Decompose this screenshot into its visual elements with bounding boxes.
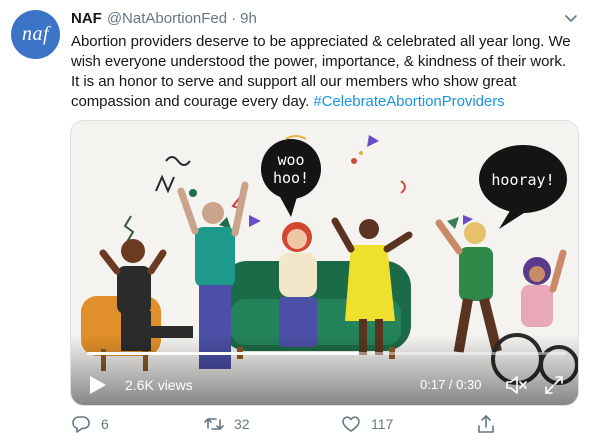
avatar[interactable]: naf: [11, 10, 60, 59]
like-icon: [342, 416, 360, 432]
like-count: 117: [371, 416, 394, 432]
tweet-actions: 6 32 117: [0, 414, 591, 438]
volume-mute-icon[interactable]: [505, 374, 529, 396]
share-button[interactable]: [476, 414, 506, 434]
video-player[interactable]: woo hoo! hooray! 2.6K views 0:17 / 0:30: [70, 120, 579, 406]
controls-overlay: [71, 335, 578, 405]
play-icon[interactable]: [89, 375, 107, 395]
tweet[interactable]: naf NAF @NatAbortionFed · 9h Abortion pr…: [0, 0, 591, 444]
bubble-hoo-text: hoo!: [273, 169, 309, 187]
separator-dot: ·: [231, 10, 237, 27]
bubble-hooray-text: hooray!: [491, 171, 554, 189]
retweet-icon: [204, 418, 224, 430]
tweet-text: Abortion providers deserve to be appreci…: [71, 32, 576, 112]
reply-count: 6: [101, 416, 109, 432]
handle[interactable]: @NatAbortionFed: [107, 10, 227, 27]
progress-fill: [87, 352, 359, 355]
timestamp[interactable]: 9h: [240, 10, 257, 27]
bubble-woo-text: woo: [277, 151, 304, 169]
share-icon: [478, 415, 494, 433]
chevron-down-icon[interactable]: [564, 12, 578, 24]
avatar-logo-text: naf: [21, 23, 50, 45]
retweet-count: 32: [234, 416, 250, 432]
display-name[interactable]: NAF: [71, 10, 102, 27]
reply-icon: [72, 416, 90, 433]
like-button[interactable]: 117: [341, 414, 393, 434]
fullscreen-icon[interactable]: [544, 375, 564, 395]
retweet-button[interactable]: 32: [204, 414, 250, 434]
progress-bar[interactable]: [87, 352, 566, 355]
reply-button[interactable]: 6: [71, 414, 109, 434]
video-time: 0:17 / 0:30: [420, 377, 482, 392]
hashtag-link[interactable]: #CelebrateAbortionProviders: [313, 93, 504, 110]
tweet-header: NAF @NatAbortionFed · 9h: [71, 10, 257, 30]
view-count: 2.6K views: [125, 377, 193, 393]
